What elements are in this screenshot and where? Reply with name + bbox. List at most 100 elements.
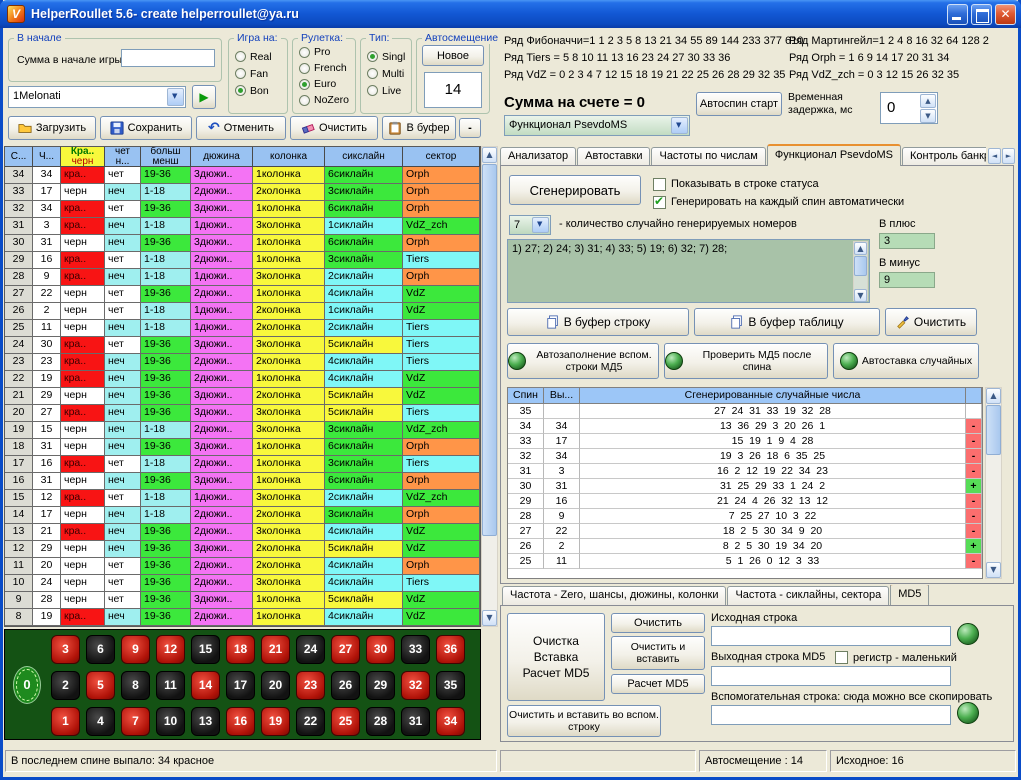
board-number[interactable]: 23 xyxy=(296,671,325,700)
board-number[interactable]: 26 xyxy=(331,671,360,700)
board-number[interactable]: 5 xyxy=(86,671,115,700)
chevron-down-icon[interactable] xyxy=(532,217,549,233)
tab-scroll-right-button[interactable] xyxy=(1002,148,1015,164)
history-scrollbar[interactable] xyxy=(481,146,498,627)
type-radio-option[interactable]: Singl xyxy=(367,48,411,65)
board-number[interactable]: 28 xyxy=(366,707,395,736)
clear-button[interactable]: Очистить xyxy=(290,116,378,140)
save-button[interactable]: Сохранить xyxy=(100,116,192,140)
board-number[interactable]: 33 xyxy=(401,635,430,664)
copy-table-button[interactable]: В буфер таблицу xyxy=(694,308,880,336)
tab[interactable]: MD5 xyxy=(890,585,929,605)
board-number[interactable]: 17 xyxy=(226,671,255,700)
generated-numbers-textarea[interactable]: 1) 27; 2) 24; 3) 31; 4) 33; 5) 19; 6) 32… xyxy=(507,239,870,303)
board-number[interactable]: 4 xyxy=(86,707,115,736)
roulette-radio-option[interactable]: NoZero xyxy=(299,92,355,108)
copy-row-button[interactable]: В буфер строку xyxy=(507,308,689,336)
source-string-input[interactable] xyxy=(711,626,951,646)
board-number[interactable]: 30 xyxy=(366,635,395,664)
delay-spinner[interactable]: 0 xyxy=(880,92,938,124)
minimize-button[interactable] xyxy=(947,4,968,25)
scroll-down-button[interactable] xyxy=(854,289,867,302)
autofill-md5-button[interactable]: Автозаполнение вспом. строки МД5 xyxy=(507,343,659,379)
tab[interactable]: Функционал PsevdoMS xyxy=(767,144,901,166)
board-number[interactable]: 11 xyxy=(156,671,185,700)
check-md5-button[interactable]: Проверить МД5 после спина xyxy=(664,343,828,379)
board-number[interactable]: 36 xyxy=(436,635,465,664)
board-number[interactable]: 13 xyxy=(191,707,220,736)
board-number[interactable]: 12 xyxy=(156,635,185,664)
tab[interactable]: Частота - сиклайны, сектора xyxy=(727,586,889,605)
board-number[interactable]: 2 xyxy=(51,671,80,700)
autospin-start-button[interactable]: Автоспин старт xyxy=(696,92,782,116)
game-radio-option[interactable]: Bon xyxy=(235,82,287,99)
board-number[interactable]: 25 xyxy=(331,707,360,736)
tab[interactable]: Анализатор xyxy=(500,147,576,166)
board-number[interactable]: 32 xyxy=(401,671,430,700)
board-number-zero[interactable]: 0 xyxy=(13,666,41,704)
chevron-down-icon[interactable] xyxy=(167,88,184,106)
board-number[interactable]: 27 xyxy=(331,635,360,664)
helper-string-input[interactable] xyxy=(711,705,951,725)
scroll-up-button[interactable] xyxy=(854,242,867,255)
scroll-down-button[interactable] xyxy=(482,610,497,626)
game-radio-option[interactable]: Real xyxy=(235,48,287,65)
board-number[interactable]: 24 xyxy=(296,635,325,664)
type-radio-option[interactable]: Live xyxy=(367,82,411,99)
new-autoshift-button[interactable]: Новое xyxy=(422,45,484,66)
play-button[interactable] xyxy=(192,85,216,109)
scroll-down-button[interactable] xyxy=(986,562,1001,578)
start-sum-input[interactable] xyxy=(121,49,215,67)
roulette-radio-option[interactable]: Euro xyxy=(299,76,355,92)
tab[interactable]: Автоставки xyxy=(577,147,650,166)
md5-clear-paste-button[interactable]: Очистить и вставить xyxy=(611,636,705,670)
generate-button[interactable]: Сгенерировать xyxy=(509,175,641,205)
board-number[interactable]: 9 xyxy=(121,635,150,664)
board-number[interactable]: 34 xyxy=(436,707,465,736)
textarea-scrollbar[interactable] xyxy=(853,241,868,301)
board-number[interactable]: 29 xyxy=(366,671,395,700)
tab[interactable]: Частота - Zero, шансы, дюжины, колонки xyxy=(502,586,726,605)
auto-generate-checkbox[interactable] xyxy=(653,196,666,209)
board-number[interactable]: 14 xyxy=(191,671,220,700)
board-number[interactable]: 19 xyxy=(261,707,290,736)
app-icon[interactable] xyxy=(7,5,25,23)
tab[interactable]: Контроль банкрол xyxy=(902,147,986,166)
copy-to-buffer-button[interactable]: В буфер xyxy=(382,116,456,140)
autobet-random-button[interactable]: Автоставка случайных xyxy=(833,343,979,379)
board-number[interactable]: 20 xyxy=(261,671,290,700)
board-number[interactable]: 35 xyxy=(436,671,465,700)
clear-paste-helper-button[interactable]: Очистить и вставить во вспом. строку xyxy=(507,705,661,737)
chevron-down-icon[interactable] xyxy=(671,117,688,134)
board-number[interactable]: 31 xyxy=(401,707,430,736)
md5-calc-button[interactable]: Расчет MD5 xyxy=(611,674,705,694)
count-combobox[interactable]: 7 xyxy=(509,215,551,235)
md5-output-input[interactable] xyxy=(711,666,951,686)
scroll-up-button[interactable] xyxy=(986,388,1001,404)
md5-main-button[interactable]: Очистка Вставка Расчет MD5 xyxy=(507,613,605,701)
spinner-up-button[interactable] xyxy=(920,94,936,108)
board-number[interactable]: 16 xyxy=(226,707,255,736)
roulette-radio-option[interactable]: Pro xyxy=(299,44,355,60)
board-number[interactable]: 15 xyxy=(191,635,220,664)
type-radio-option[interactable]: Multi xyxy=(367,65,411,82)
md5-clear-button[interactable]: Очистить xyxy=(611,613,705,633)
minus-button[interactable]: - xyxy=(459,118,481,138)
board-number[interactable]: 3 xyxy=(51,635,80,664)
scrollbar-thumb[interactable] xyxy=(986,405,1001,455)
board-number[interactable]: 7 xyxy=(121,707,150,736)
show-status-checkbox[interactable] xyxy=(653,178,666,191)
board-number[interactable]: 21 xyxy=(261,635,290,664)
tab[interactable]: Частоты по числам xyxy=(651,147,765,166)
generated-table-scrollbar[interactable] xyxy=(985,387,1002,579)
roulette-radio-option[interactable]: French xyxy=(299,60,355,76)
board-number[interactable]: 18 xyxy=(226,635,255,664)
close-button[interactable] xyxy=(995,4,1016,25)
board-number[interactable]: 8 xyxy=(121,671,150,700)
scrollbar-thumb[interactable] xyxy=(854,256,867,276)
board-number[interactable]: 1 xyxy=(51,707,80,736)
maximize-button[interactable] xyxy=(971,4,992,25)
load-button[interactable]: Загрузить xyxy=(8,116,96,140)
spinner-down-button[interactable] xyxy=(920,109,936,123)
green-sphere-icon[interactable] xyxy=(957,623,979,645)
